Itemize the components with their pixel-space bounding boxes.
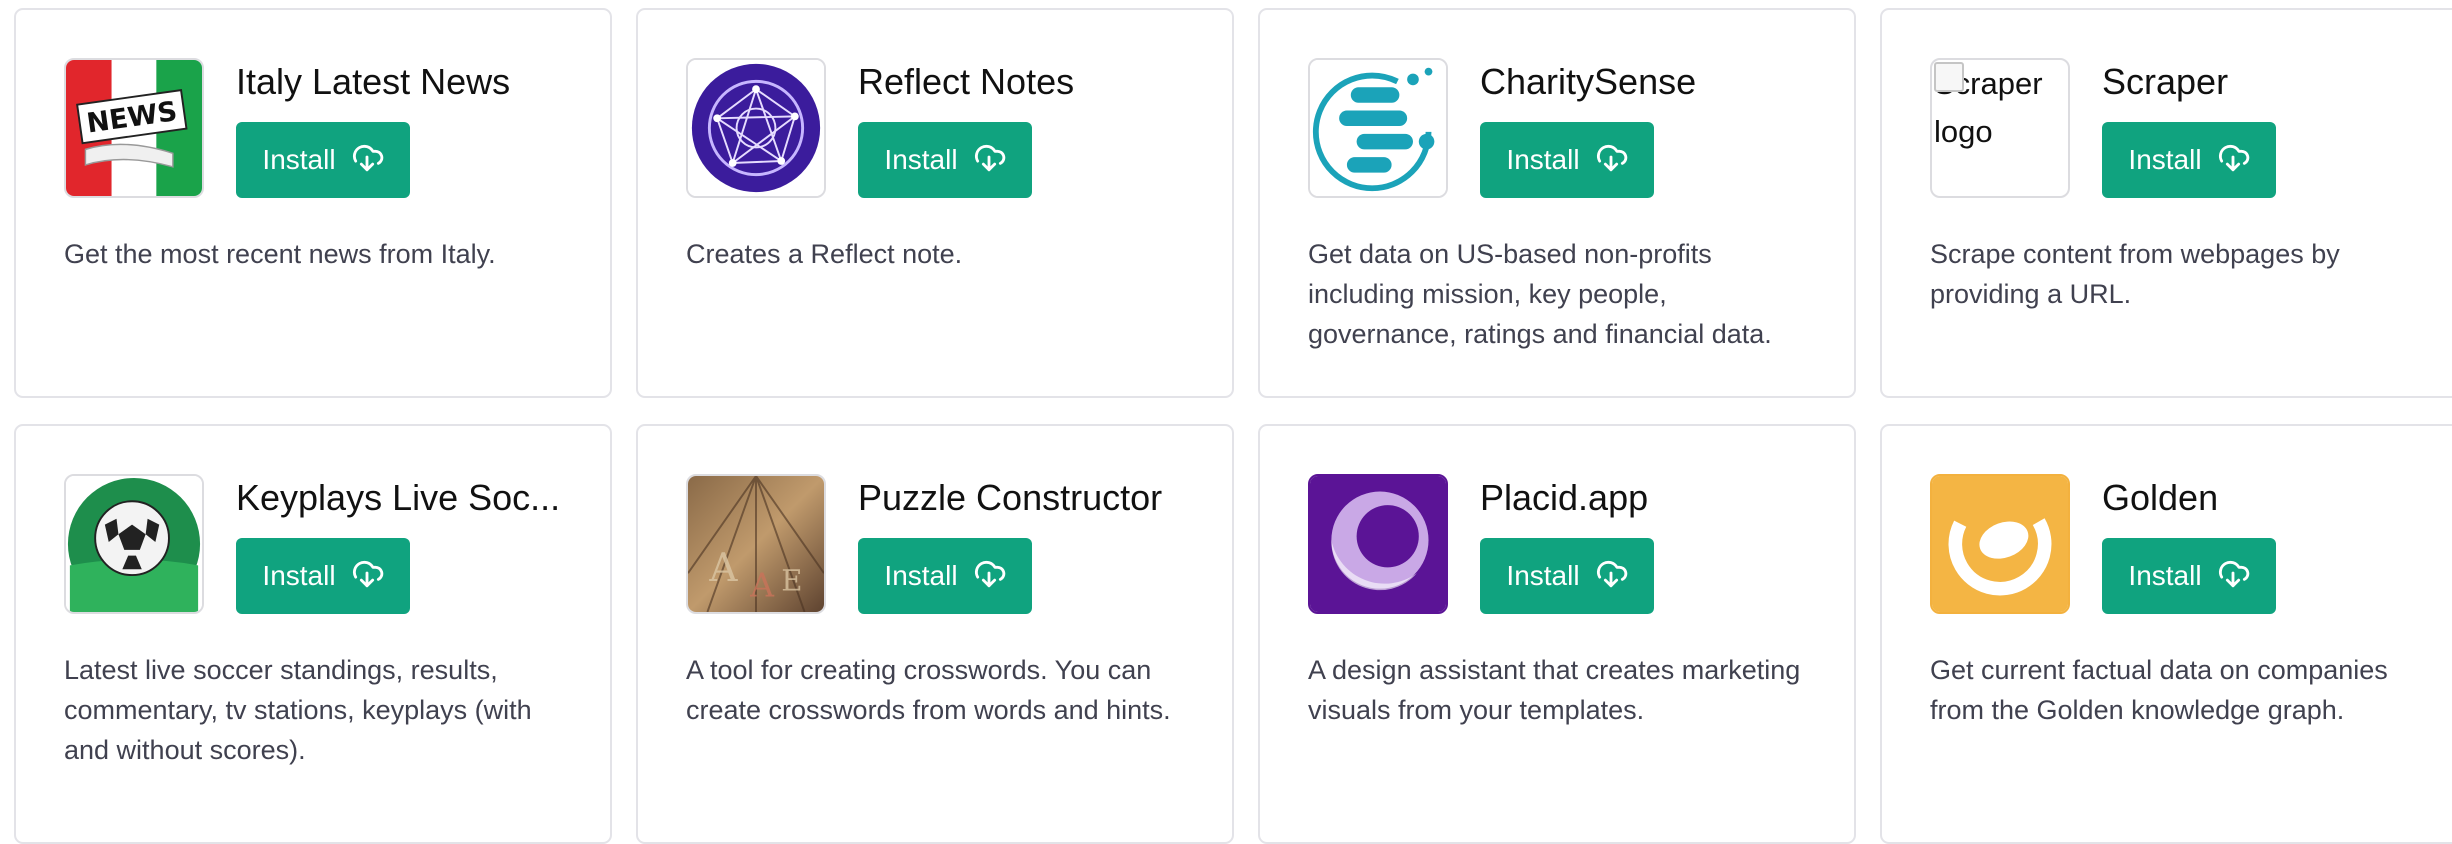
- plugin-title: Golden: [2102, 477, 2219, 518]
- install-button[interactable]: Install: [858, 538, 1032, 614]
- svg-text:E: E: [781, 564, 802, 598]
- charitysense-logo-icon: [1308, 58, 1448, 198]
- cloud-download-icon: [972, 556, 1006, 597]
- cloud-download-icon: [1594, 140, 1628, 181]
- install-label: Install: [2128, 144, 2202, 175]
- cloud-download-icon: [1594, 556, 1628, 597]
- cloud-download-icon: [2216, 140, 2250, 181]
- plugin-description: Get data on US-based non-profits includi…: [1308, 239, 1772, 349]
- install-button[interactable]: Install: [1480, 538, 1654, 614]
- plugin-description: Creates a Reflect note.: [686, 239, 963, 269]
- install-button[interactable]: Install: [2102, 122, 2276, 198]
- plugin-description: Get current factual data on companies fr…: [1930, 655, 2388, 725]
- broken-image-icon: [1934, 62, 1964, 92]
- italy-news-logo-icon: NEWS: [64, 58, 204, 198]
- install-button[interactable]: Install: [236, 538, 410, 614]
- puzzle-constructor-logo-icon: A A E: [686, 474, 826, 614]
- scraper-logo-icon: Scraper logo: [1930, 58, 2070, 198]
- plugin-description: Scrape content from webpages by providin…: [1930, 239, 2340, 309]
- install-label: Install: [884, 144, 958, 175]
- plugin-title: Reflect Notes: [858, 61, 1075, 102]
- install-label: Install: [1506, 560, 1580, 591]
- plugin-card: NEWS Italy Latest News Install Get the m…: [14, 8, 612, 398]
- plugin-title: Puzzle Constructor: [858, 477, 1163, 518]
- cloud-download-icon: [2216, 556, 2250, 597]
- cloud-download-icon: [350, 140, 384, 181]
- svg-text:A: A: [708, 546, 738, 591]
- plugin-description: Get the most recent news from Italy.: [64, 239, 496, 269]
- golden-logo-icon: [1930, 474, 2070, 614]
- plugin-card: Golden Install Get current factual data …: [1880, 424, 2452, 844]
- plugin-grid: NEWS Italy Latest News Install Get the m…: [0, 0, 2452, 844]
- plugin-title: Italy Latest News: [236, 61, 511, 102]
- plugin-card: Reflect Notes Install Creates a Reflect …: [636, 8, 1234, 398]
- reflect-notes-logo-icon: [686, 58, 826, 198]
- install-label: Install: [1506, 144, 1580, 175]
- install-button[interactable]: Install: [858, 122, 1032, 198]
- install-button[interactable]: Install: [2102, 538, 2276, 614]
- plugin-title: Keyplays Live Soc...: [236, 477, 561, 518]
- cloud-download-icon: [350, 556, 384, 597]
- plugin-card: Scraper logo Scraper Install Scrape cont…: [1880, 8, 2452, 398]
- plugin-card: A A E Puzzle Constructor Install A tool …: [636, 424, 1234, 844]
- plugin-description: Latest live soccer standings, results, c…: [64, 655, 532, 765]
- svg-text:A: A: [749, 565, 775, 604]
- soccer-ball-logo-icon: [64, 474, 204, 614]
- plugin-title: CharitySense: [1480, 61, 1697, 102]
- install-label: Install: [884, 560, 958, 591]
- install-button[interactable]: Install: [236, 122, 410, 198]
- plugin-description: A tool for creating crosswords. You can …: [686, 655, 1171, 725]
- broken-image-alt: Scraper logo: [1932, 60, 2068, 156]
- plugin-card: CharitySense Install Get data on US-base…: [1258, 8, 1856, 398]
- plugin-title: Scraper: [2102, 61, 2229, 102]
- plugin-card: Placid.app Install A design assistant th…: [1258, 424, 1856, 844]
- install-button[interactable]: Install: [1480, 122, 1654, 198]
- cloud-download-icon: [972, 140, 1006, 181]
- plugin-title: Placid.app: [1480, 477, 1649, 518]
- install-label: Install: [262, 144, 336, 175]
- placid-logo-icon: [1308, 474, 1448, 614]
- install-label: Install: [262, 560, 336, 591]
- plugin-description: A design assistant that creates marketin…: [1308, 655, 1801, 725]
- install-label: Install: [2128, 560, 2202, 591]
- plugin-card: Keyplays Live Soc... Install Latest live…: [14, 424, 612, 844]
